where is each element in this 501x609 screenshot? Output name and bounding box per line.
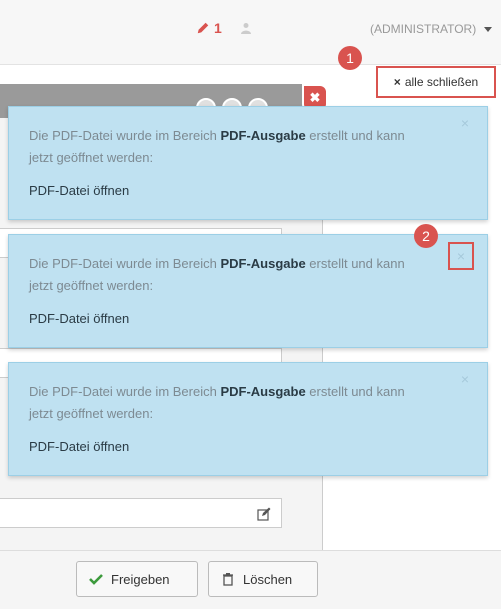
step-marker-2: 2 bbox=[414, 224, 438, 248]
delete-button-label: Löschen bbox=[243, 571, 293, 587]
notification-close-button[interactable]: × bbox=[448, 242, 474, 270]
edit-icon[interactable] bbox=[257, 507, 271, 521]
form-field[interactable] bbox=[0, 498, 282, 528]
notification-card: Die PDF-Datei wurde im Bereich PDF-Ausga… bbox=[8, 234, 488, 348]
release-button[interactable]: Freigeben bbox=[76, 561, 198, 597]
close-icon[interactable]: × bbox=[461, 115, 469, 131]
notification-card: Die PDF-Datei wurde im Bereich PDF-Ausga… bbox=[8, 362, 488, 476]
open-pdf-link[interactable]: PDF-Datei öffnen bbox=[29, 311, 129, 326]
user-icon[interactable] bbox=[240, 22, 252, 34]
step-marker-1: 1 bbox=[338, 46, 362, 70]
caret-down-icon bbox=[484, 26, 493, 32]
top-bar: 1 (ADMINISTRATOR) bbox=[0, 0, 501, 65]
pencil-icon bbox=[197, 22, 209, 34]
delete-button[interactable]: Löschen bbox=[208, 561, 318, 597]
notification-message: Die PDF-Datei wurde im Bereich PDF-Ausga… bbox=[29, 256, 405, 293]
notification-message: Die PDF-Datei wurde im Bereich PDF-Ausga… bbox=[29, 384, 405, 421]
trash-icon bbox=[223, 573, 233, 586]
close-all-label: alle schließen bbox=[404, 75, 479, 89]
close-icon: ✖ bbox=[309, 90, 321, 105]
check-icon bbox=[89, 574, 103, 585]
edit-count: 1 bbox=[214, 20, 222, 36]
open-pdf-link[interactable]: PDF-Datei öffnen bbox=[29, 183, 129, 198]
notification-message: Die PDF-Datei wurde im Bereich PDF-Ausga… bbox=[29, 128, 405, 165]
edit-count-indicator[interactable]: 1 bbox=[196, 20, 222, 36]
close-all-button[interactable]: × alle schließen bbox=[376, 66, 496, 98]
footer-bar: Freigeben Löschen bbox=[0, 550, 501, 609]
close-icon: × bbox=[456, 248, 466, 264]
role-dropdown[interactable]: (ADMINISTRATOR) bbox=[370, 22, 493, 36]
notification-card: Die PDF-Datei wurde im Bereich PDF-Ausga… bbox=[8, 106, 488, 220]
role-label: (ADMINISTRATOR) bbox=[370, 22, 477, 36]
release-button-label: Freigeben bbox=[111, 571, 170, 587]
open-pdf-link[interactable]: PDF-Datei öffnen bbox=[29, 439, 129, 454]
close-icon: × bbox=[393, 75, 401, 89]
close-icon[interactable]: × bbox=[461, 371, 469, 387]
